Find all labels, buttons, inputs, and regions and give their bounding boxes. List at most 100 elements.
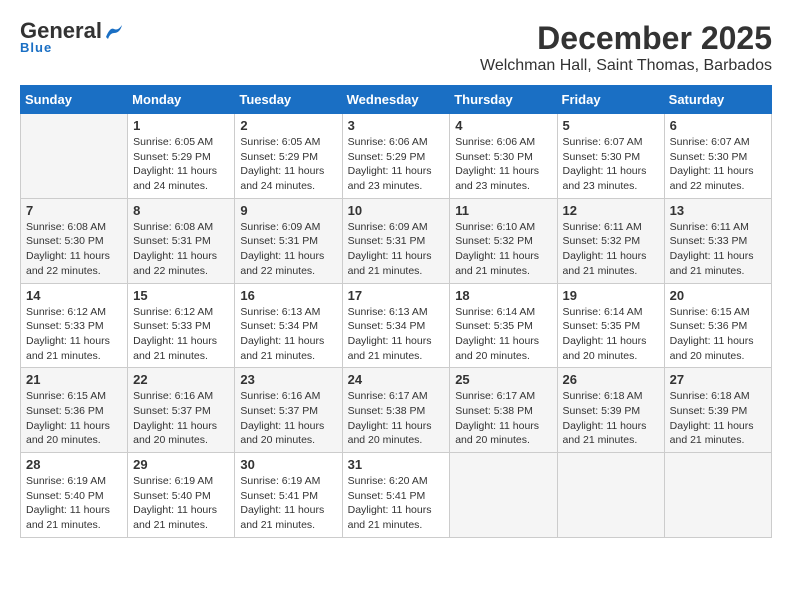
day-number: 25 — [455, 372, 551, 387]
calendar-table: Sunday Monday Tuesday Wednesday Thursday… — [20, 85, 772, 538]
week-row-2: 7 Sunrise: 6:08 AM Sunset: 5:30 PM Daylig… — [21, 198, 772, 283]
day-info: Sunrise: 6:06 AM Sunset: 5:29 PM Dayligh… — [348, 135, 445, 194]
table-cell: 9 Sunrise: 6:09 AM Sunset: 5:31 PM Daylig… — [235, 198, 342, 283]
day-info: Sunrise: 6:09 AM Sunset: 5:31 PM Dayligh… — [348, 220, 445, 279]
logo: General Blue — [20, 20, 122, 55]
day-number: 3 — [348, 118, 445, 133]
week-row-5: 28 Sunrise: 6:19 AM Sunset: 5:40 PM Dayli… — [21, 453, 772, 538]
day-info: Sunrise: 6:18 AM Sunset: 5:39 PM Dayligh… — [670, 389, 766, 448]
title-area: December 2025 Welchman Hall, Saint Thoma… — [480, 20, 772, 75]
day-number: 11 — [455, 203, 551, 218]
day-info: Sunrise: 6:05 AM Sunset: 5:29 PM Dayligh… — [240, 135, 336, 194]
day-info: Sunrise: 6:17 AM Sunset: 5:38 PM Dayligh… — [348, 389, 445, 448]
calendar-header-row: Sunday Monday Tuesday Wednesday Thursday… — [21, 86, 772, 114]
table-cell: 21 Sunrise: 6:15 AM Sunset: 5:36 PM Dayli… — [21, 368, 128, 453]
day-info: Sunrise: 6:17 AM Sunset: 5:38 PM Dayligh… — [455, 389, 551, 448]
col-friday: Friday — [557, 86, 664, 114]
col-monday: Monday — [128, 86, 235, 114]
subtitle: Welchman Hall, Saint Thomas, Barbados — [480, 57, 772, 75]
table-cell: 12 Sunrise: 6:11 AM Sunset: 5:32 PM Dayli… — [557, 198, 664, 283]
table-cell: 7 Sunrise: 6:08 AM Sunset: 5:30 PM Daylig… — [21, 198, 128, 283]
day-number: 10 — [348, 203, 445, 218]
day-number: 6 — [670, 118, 766, 133]
table-cell: 27 Sunrise: 6:18 AM Sunset: 5:39 PM Dayli… — [664, 368, 771, 453]
day-number: 17 — [348, 288, 445, 303]
day-number: 18 — [455, 288, 551, 303]
day-info: Sunrise: 6:12 AM Sunset: 5:33 PM Dayligh… — [133, 305, 229, 364]
day-info: Sunrise: 6:14 AM Sunset: 5:35 PM Dayligh… — [563, 305, 659, 364]
day-info: Sunrise: 6:16 AM Sunset: 5:37 PM Dayligh… — [133, 389, 229, 448]
day-number: 28 — [26, 457, 122, 472]
day-info: Sunrise: 6:19 AM Sunset: 5:41 PM Dayligh… — [240, 474, 336, 533]
day-info: Sunrise: 6:19 AM Sunset: 5:40 PM Dayligh… — [26, 474, 122, 533]
day-info: Sunrise: 6:19 AM Sunset: 5:40 PM Dayligh… — [133, 474, 229, 533]
day-number: 31 — [348, 457, 445, 472]
table-cell: 5 Sunrise: 6:07 AM Sunset: 5:30 PM Daylig… — [557, 114, 664, 199]
col-wednesday: Wednesday — [342, 86, 450, 114]
day-number: 7 — [26, 203, 122, 218]
day-info: Sunrise: 6:08 AM Sunset: 5:30 PM Dayligh… — [26, 220, 122, 279]
day-info: Sunrise: 6:09 AM Sunset: 5:31 PM Dayligh… — [240, 220, 336, 279]
day-info: Sunrise: 6:10 AM Sunset: 5:32 PM Dayligh… — [455, 220, 551, 279]
table-cell: 29 Sunrise: 6:19 AM Sunset: 5:40 PM Dayli… — [128, 453, 235, 538]
day-number: 16 — [240, 288, 336, 303]
table-cell — [557, 453, 664, 538]
col-thursday: Thursday — [450, 86, 557, 114]
day-info: Sunrise: 6:15 AM Sunset: 5:36 PM Dayligh… — [670, 305, 766, 364]
day-info: Sunrise: 6:13 AM Sunset: 5:34 PM Dayligh… — [240, 305, 336, 364]
table-cell: 22 Sunrise: 6:16 AM Sunset: 5:37 PM Dayli… — [128, 368, 235, 453]
table-cell — [450, 453, 557, 538]
day-number: 20 — [670, 288, 766, 303]
day-info: Sunrise: 6:15 AM Sunset: 5:36 PM Dayligh… — [26, 389, 122, 448]
day-info: Sunrise: 6:07 AM Sunset: 5:30 PM Dayligh… — [670, 135, 766, 194]
week-row-1: 1Sunrise: 6:05 AM Sunset: 5:29 PM Daylig… — [21, 114, 772, 199]
week-row-3: 14 Sunrise: 6:12 AM Sunset: 5:33 PM Dayli… — [21, 283, 772, 368]
logo-bird-icon — [104, 25, 122, 39]
table-cell: 18Sunrise: 6:14 AM Sunset: 5:35 PM Dayli… — [450, 283, 557, 368]
day-number: 26 — [563, 372, 659, 387]
table-cell: 10 Sunrise: 6:09 AM Sunset: 5:31 PM Dayli… — [342, 198, 450, 283]
table-cell: 1Sunrise: 6:05 AM Sunset: 5:29 PM Daylig… — [128, 114, 235, 199]
table-cell: 4Sunrise: 6:06 AM Sunset: 5:30 PM Daylig… — [450, 114, 557, 199]
table-cell: 23Sunrise: 6:16 AM Sunset: 5:37 PM Dayli… — [235, 368, 342, 453]
table-cell: 30 Sunrise: 6:19 AM Sunset: 5:41 PM Dayli… — [235, 453, 342, 538]
table-cell: 13 Sunrise: 6:11 AM Sunset: 5:33 PM Dayli… — [664, 198, 771, 283]
col-sunday: Sunday — [21, 86, 128, 114]
day-number: 2 — [240, 118, 336, 133]
table-cell: 3 Sunrise: 6:06 AM Sunset: 5:29 PM Daylig… — [342, 114, 450, 199]
table-cell: 28 Sunrise: 6:19 AM Sunset: 5:40 PM Dayli… — [21, 453, 128, 538]
day-number: 9 — [240, 203, 336, 218]
table-cell: 16 Sunrise: 6:13 AM Sunset: 5:34 PM Dayli… — [235, 283, 342, 368]
table-cell: 26 Sunrise: 6:18 AM Sunset: 5:39 PM Dayli… — [557, 368, 664, 453]
day-number: 22 — [133, 372, 229, 387]
logo-blue: Blue — [20, 40, 52, 55]
col-saturday: Saturday — [664, 86, 771, 114]
day-info: Sunrise: 6:18 AM Sunset: 5:39 PM Dayligh… — [563, 389, 659, 448]
day-info: Sunrise: 6:07 AM Sunset: 5:30 PM Dayligh… — [563, 135, 659, 194]
day-info: Sunrise: 6:11 AM Sunset: 5:32 PM Dayligh… — [563, 220, 659, 279]
day-number: 27 — [670, 372, 766, 387]
main-title: December 2025 — [480, 20, 772, 57]
table-cell — [21, 114, 128, 199]
table-cell: 17Sunrise: 6:13 AM Sunset: 5:34 PM Dayli… — [342, 283, 450, 368]
day-number: 14 — [26, 288, 122, 303]
day-number: 29 — [133, 457, 229, 472]
day-info: Sunrise: 6:12 AM Sunset: 5:33 PM Dayligh… — [26, 305, 122, 364]
day-number: 5 — [563, 118, 659, 133]
day-number: 15 — [133, 288, 229, 303]
week-row-4: 21 Sunrise: 6:15 AM Sunset: 5:36 PM Dayli… — [21, 368, 772, 453]
day-number: 13 — [670, 203, 766, 218]
day-info: Sunrise: 6:11 AM Sunset: 5:33 PM Dayligh… — [670, 220, 766, 279]
table-cell: 6 Sunrise: 6:07 AM Sunset: 5:30 PM Daylig… — [664, 114, 771, 199]
day-number: 12 — [563, 203, 659, 218]
table-cell: 2 Sunrise: 6:05 AM Sunset: 5:29 PM Daylig… — [235, 114, 342, 199]
day-info: Sunrise: 6:16 AM Sunset: 5:37 PM Dayligh… — [240, 389, 336, 448]
day-number: 19 — [563, 288, 659, 303]
table-cell: 15 Sunrise: 6:12 AM Sunset: 5:33 PM Dayli… — [128, 283, 235, 368]
day-info: Sunrise: 6:20 AM Sunset: 5:41 PM Dayligh… — [348, 474, 445, 533]
day-number: 21 — [26, 372, 122, 387]
day-info: Sunrise: 6:06 AM Sunset: 5:30 PM Dayligh… — [455, 135, 551, 194]
table-cell: 19 Sunrise: 6:14 AM Sunset: 5:35 PM Dayli… — [557, 283, 664, 368]
day-info: Sunrise: 6:05 AM Sunset: 5:29 PM Dayligh… — [133, 135, 229, 194]
day-number: 30 — [240, 457, 336, 472]
